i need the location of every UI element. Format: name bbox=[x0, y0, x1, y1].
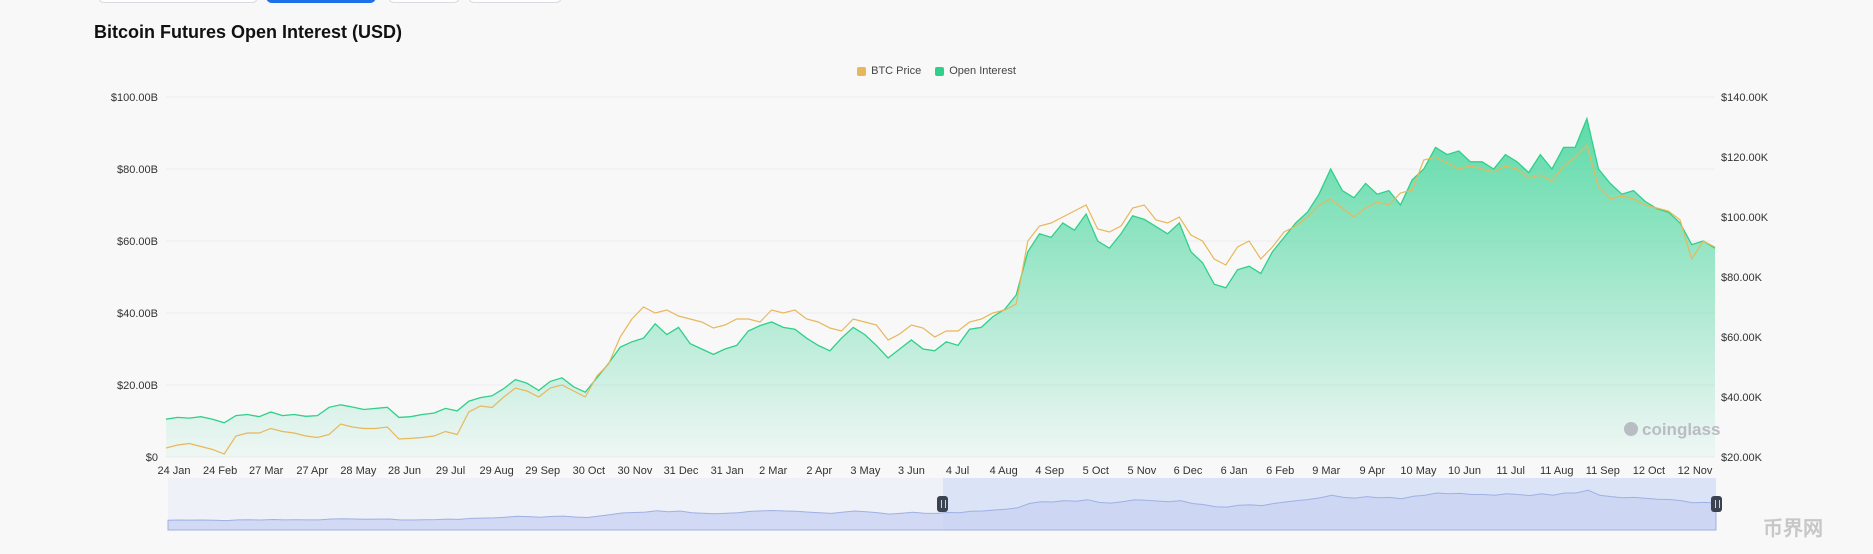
x-tick-label: 9 Apr bbox=[1360, 465, 1386, 477]
x-tick-label: 3 Jun bbox=[898, 465, 925, 477]
x-tick-label: 2 Mar bbox=[759, 465, 787, 477]
y-right-tick-label: $20.00K bbox=[1721, 452, 1763, 464]
x-tick-label: 12 Nov bbox=[1678, 465, 1713, 477]
x-tick-label: 31 Jan bbox=[711, 465, 744, 477]
x-tick-label: 29 Sep bbox=[525, 465, 560, 477]
x-tick-label: 30 Oct bbox=[573, 465, 605, 477]
x-tick-label: 11 Aug bbox=[1540, 465, 1573, 477]
x-tick-label: 11 Sep bbox=[1586, 465, 1620, 477]
x-tick-label: 31 Dec bbox=[664, 465, 699, 477]
x-tick-label: 29 Aug bbox=[480, 465, 514, 477]
x-tick-label: 28 Jun bbox=[388, 465, 421, 477]
x-tick-label: 4 Jul bbox=[946, 465, 969, 477]
y-left-tick-label: $60.00B bbox=[117, 236, 158, 248]
x-tick-label: 28 May bbox=[340, 465, 377, 477]
x-tick-label: 5 Nov bbox=[1128, 465, 1157, 477]
x-tick-label: 6 Feb bbox=[1266, 465, 1294, 477]
x-tick-label: 3 May bbox=[850, 465, 880, 477]
y-right-tick-label: $40.00K bbox=[1721, 392, 1763, 404]
x-tick-label: 6 Jan bbox=[1221, 465, 1248, 477]
x-tick-label: 11 Jul bbox=[1496, 465, 1525, 477]
y-left-tick-label: $80.00B bbox=[117, 164, 158, 176]
navigator-right-handle[interactable] bbox=[1711, 496, 1722, 512]
y-right-tick-label: $60.00K bbox=[1721, 332, 1763, 344]
y-left-tick-label: $0 bbox=[146, 452, 158, 464]
site-logo-watermark: 币界网 bbox=[1763, 518, 1823, 540]
x-tick-label: 24 Feb bbox=[203, 465, 237, 477]
x-tick-label: 5 Oct bbox=[1083, 465, 1109, 477]
x-tick-label: 10 May bbox=[1400, 465, 1437, 477]
x-tick-label: 4 Aug bbox=[990, 465, 1018, 477]
y-right-tick-label: $100.00K bbox=[1721, 212, 1769, 224]
x-tick-label: 4 Sep bbox=[1035, 465, 1064, 477]
x-tick-label: 29 Jul bbox=[436, 465, 465, 477]
y-right-tick-label: $80.00K bbox=[1721, 272, 1763, 284]
y-right-tick-label: $140.00K bbox=[1721, 92, 1769, 104]
x-tick-label: 27 Mar bbox=[249, 465, 284, 477]
x-tick-label: 30 Nov bbox=[617, 465, 652, 477]
coinglass-watermark: coinglass bbox=[1624, 420, 1720, 440]
x-tick-label: 6 Dec bbox=[1174, 465, 1203, 477]
y-left-tick-label: $20.00B bbox=[117, 380, 158, 392]
y-right-tick-label: $120.00K bbox=[1721, 152, 1769, 164]
navigator-left-handle[interactable] bbox=[937, 496, 948, 512]
x-tick-label: 24 Jan bbox=[157, 465, 190, 477]
y-left-tick-label: $40.00B bbox=[117, 308, 158, 320]
chart-plot[interactable]: $0 $20.00B $40.00B $60.00B $80.00B $100.00B $2… bbox=[0, 0, 1873, 554]
x-tick-label: 27 Apr bbox=[296, 465, 328, 477]
x-tick-label: 9 Mar bbox=[1312, 465, 1340, 477]
x-tick-label: 10 Jun bbox=[1448, 465, 1481, 477]
x-tick-label: 2 Apr bbox=[806, 465, 832, 477]
x-tick-label: 12 Oct bbox=[1633, 465, 1665, 477]
y-left-tick-label: $100.00B bbox=[111, 92, 158, 104]
